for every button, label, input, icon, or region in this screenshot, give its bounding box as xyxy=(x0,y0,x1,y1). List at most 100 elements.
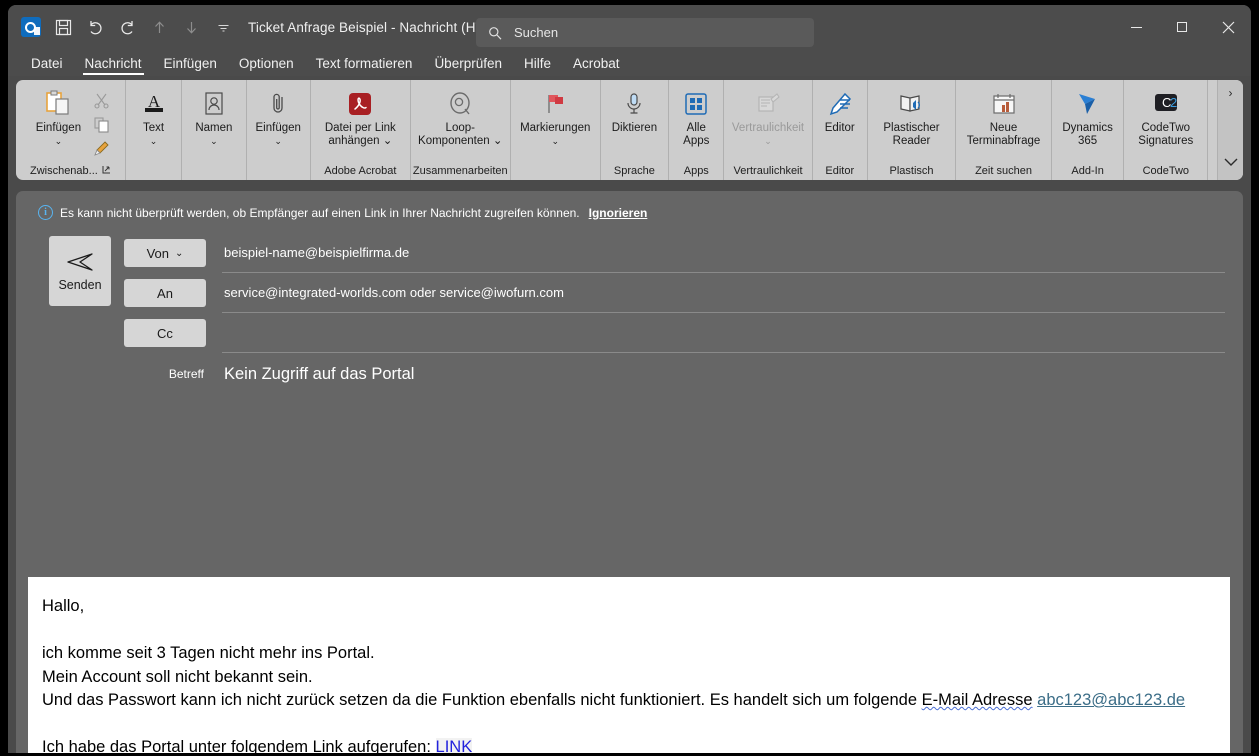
cc-value[interactable] xyxy=(222,314,1225,353)
immersive-reader-label: Plastischer Reader xyxy=(883,122,940,147)
paste-button[interactable]: Einfügen ⌄ xyxy=(27,85,89,146)
ribbon-overflow-controls: › xyxy=(1217,80,1243,180)
redo-icon[interactable] xyxy=(112,12,142,42)
format-painter-icon xyxy=(94,140,109,156)
tab-acrobat[interactable]: Acrobat xyxy=(562,56,631,76)
ribbon-group-label-collaborate: Zusammenarbeiten xyxy=(412,165,508,177)
tab-einfuegen[interactable]: Einfügen xyxy=(153,56,228,76)
cc-label: Cc xyxy=(157,325,173,341)
ribbon-scroll-right-button[interactable]: › xyxy=(1229,86,1233,100)
dynamics365-label: Dynamics 365 xyxy=(1062,122,1113,147)
next-icon[interactable] xyxy=(176,12,206,42)
all-apps-label: Alle Apps xyxy=(683,122,710,147)
recipient-fields: Von ⌄ beispiel-name@beispielfirma.de An … xyxy=(124,233,1225,395)
immersive-reader-icon xyxy=(898,89,926,119)
tab-datei[interactable]: Datei xyxy=(20,56,74,76)
outlook-icon[interactable] xyxy=(16,12,46,42)
chevron-down-icon xyxy=(1224,158,1237,166)
copy-button[interactable] xyxy=(89,113,113,135)
loop-components-label: Loop- Komponenten ⌄ xyxy=(418,122,503,147)
names-caret[interactable]: ⌄ xyxy=(210,136,218,146)
ribbon-group-immersive: Plastischer Reader Plastisch xyxy=(868,80,957,180)
maximize-button[interactable] xyxy=(1159,5,1205,49)
body-hyperlink[interactable]: LINK xyxy=(435,738,473,753)
tab-optionen[interactable]: Optionen xyxy=(228,56,305,76)
dictate-button[interactable]: Diktieren xyxy=(603,85,665,135)
tab-nachricht[interactable]: Nachricht xyxy=(74,56,153,76)
to-value[interactable]: service@integrated-worlds.com oder servi… xyxy=(222,274,1225,313)
sensitivity-button[interactable]: Vertraulichkeit ⌄ xyxy=(726,85,810,146)
ribbon-group-adobe-acrobat: Datei per Link anhängen ⌄ Adobe Acrobat xyxy=(311,80,411,180)
save-icon[interactable] xyxy=(48,12,78,42)
codetwo-signatures-button[interactable]: C 2 CodeTwo Signatures xyxy=(1126,85,1206,148)
minimize-button[interactable] xyxy=(1113,5,1159,49)
to-label: An xyxy=(157,285,173,301)
previous-icon[interactable] xyxy=(144,12,174,42)
attach-caret[interactable]: ⌄ xyxy=(274,136,282,146)
search-input[interactable]: Suchen xyxy=(476,18,814,47)
subject-row: Betreff Kein Zugriff auf das Portal xyxy=(124,353,1225,395)
immersive-reader-button[interactable]: Plastischer Reader xyxy=(870,85,954,148)
customize-qat-icon[interactable] xyxy=(208,12,238,42)
dialog-launcher-icon[interactable] xyxy=(102,162,111,180)
editor-label: Editor xyxy=(824,122,855,134)
attach-file-link-label: Datei per Link anhängen ⌄ xyxy=(324,122,396,147)
message-body-text[interactable]: Hallo, ich komme seit 3 Tagen nicht mehr… xyxy=(28,577,1230,753)
ribbon-group-sensitivity: Vertraulichkeit ⌄ Vertraulichkeit xyxy=(724,80,813,180)
subject-value[interactable]: Kein Zugriff auf das Portal xyxy=(222,354,1225,395)
cut-button[interactable] xyxy=(89,89,113,111)
loop-components-button[interactable]: Loop- Komponenten ⌄ xyxy=(412,85,508,148)
body-line-3: Und das Passwort kann ich nicht zurück s… xyxy=(42,689,1216,713)
cc-button[interactable]: Cc xyxy=(124,319,206,347)
tab-ueberpruefen[interactable]: Überprüfen xyxy=(423,56,513,76)
tags-caret[interactable]: ⌄ xyxy=(551,136,559,146)
ribbon-group-label-adobe: Adobe Acrobat xyxy=(324,165,397,177)
paste-caret[interactable]: ⌄ xyxy=(55,136,63,146)
text-caret[interactable]: ⌄ xyxy=(150,136,158,146)
tab-text-formatieren[interactable]: Text formatieren xyxy=(305,56,424,76)
ribbon-collapse-button[interactable] xyxy=(1224,154,1238,172)
sensitivity-caret[interactable]: ⌄ xyxy=(764,136,772,146)
undo-icon[interactable] xyxy=(80,12,110,42)
loop-components-icon xyxy=(446,89,474,119)
sensitivity-label-icon xyxy=(754,89,782,119)
format-painter-button[interactable] xyxy=(89,137,113,159)
from-label: Von xyxy=(146,245,170,261)
tags-button[interactable]: Markierungen ⌄ xyxy=(513,85,597,146)
subject-label: Betreff xyxy=(168,367,204,381)
info-bar-ignore-link[interactable]: Ignorieren xyxy=(589,206,648,220)
text-format-icon: A xyxy=(140,89,168,119)
info-bar-text: Es kann nicht überprüft werden, ob Empfä… xyxy=(60,205,580,220)
to-button[interactable]: An xyxy=(124,279,206,307)
window-frame: Ticket Anfrage Beispiel - Nachricht (HT.… xyxy=(8,5,1251,753)
attach-button[interactable]: Einfügen ⌄ xyxy=(249,85,307,146)
dynamics365-button[interactable]: Dynamics 365 xyxy=(1054,85,1122,148)
from-button[interactable]: Von ⌄ xyxy=(124,239,206,267)
editor-button[interactable]: Editor xyxy=(815,85,865,135)
sensitivity-label: Vertraulichkeit xyxy=(731,122,805,134)
names-button[interactable]: Namen ⌄ xyxy=(185,85,243,146)
ribbon-group-label-addin: Add-In xyxy=(1071,165,1104,177)
new-meeting-poll-button[interactable]: Neue Terminabfrage xyxy=(958,85,1050,148)
body-line-4: Ich habe das Portal unter folgendem Link… xyxy=(42,736,1216,753)
body-email-link[interactable]: abc123@abc123.de xyxy=(1037,691,1185,709)
message-body-canvas[interactable]: Hallo, ich komme seit 3 Tagen nicht mehr… xyxy=(28,577,1230,753)
attach-file-link-button[interactable]: Datei per Link anhängen ⌄ xyxy=(312,85,408,148)
send-button[interactable]: Senden xyxy=(49,236,111,306)
close-button[interactable] xyxy=(1205,5,1251,49)
ribbon-group-collaborate: Loop- Komponenten ⌄ Zusammenarbeiten xyxy=(411,80,511,180)
ribbon-group-codetwo: C 2 CodeTwo Signatures CodeTwo xyxy=(1124,80,1209,180)
scissors-icon xyxy=(94,93,109,109)
ribbon-group-findtime: Neue Terminabfrage Zeit suchen xyxy=(956,80,1053,180)
ribbon-group-tags: Markierungen ⌄ xyxy=(511,80,601,180)
ribbon: Einfügen ⌄ Zwischenab... A Text ⌄ Namen … xyxy=(16,80,1243,180)
ribbon-group-label-clipboard: Zwischenab... xyxy=(30,162,111,180)
body-spellcheck-phrase: E-Mail Adresse xyxy=(921,691,1033,709)
all-apps-button[interactable]: Alle Apps xyxy=(671,85,721,148)
tab-hilfe[interactable]: Hilfe xyxy=(513,56,562,76)
ribbon-group-label-language: Sprache xyxy=(613,165,655,177)
text-button[interactable]: A Text ⌄ xyxy=(129,85,179,146)
from-value[interactable]: beispiel-name@beispielfirma.de xyxy=(222,234,1225,273)
search-placeholder: Suchen xyxy=(514,25,559,40)
svg-text:2: 2 xyxy=(1170,95,1177,110)
